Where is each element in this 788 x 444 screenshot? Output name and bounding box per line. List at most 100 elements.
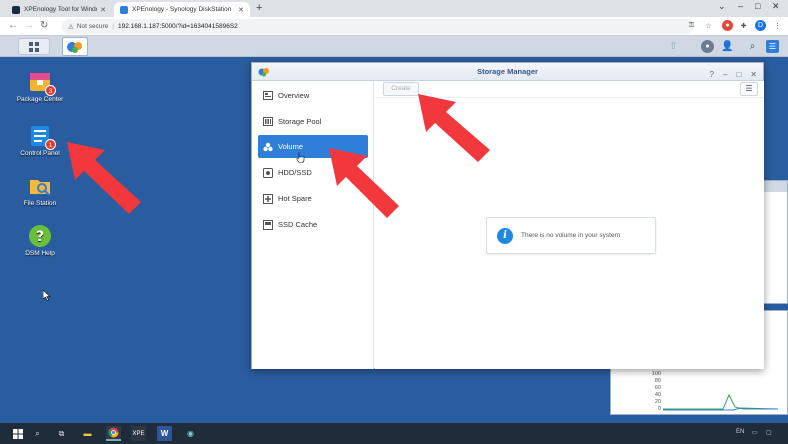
window-title: Storage Manager — [477, 67, 538, 76]
browser-address-bar: ← → ↻ ⚠ Not secure | 192.168.1.187:5000/… — [0, 17, 788, 36]
url-input[interactable]: ⚠ Not secure | 192.168.1.187:5000/?id=16… — [62, 19, 694, 34]
warning-icon: ⚠ — [68, 23, 74, 31]
xpe-app-button[interactable]: XPE — [131, 426, 146, 441]
word-app-button[interactable]: W — [157, 426, 172, 441]
magnifier-app-icon[interactable]: ◉ — [183, 426, 198, 441]
ssd-cache-icon — [263, 219, 273, 230]
grid-icon — [29, 48, 33, 52]
y-tick: 20 — [654, 399, 661, 405]
notification-badge: 3 — [45, 85, 56, 96]
main-menu-button[interactable] — [18, 38, 50, 55]
tab-label: XPEnology - Synology DiskStation — [132, 6, 232, 13]
key-icon[interactable]: ⚿ — [686, 20, 697, 31]
desktop-icon-label: Control Panel — [20, 150, 60, 157]
maximize-icon[interactable]: □ — [755, 1, 760, 11]
sidebar: Overview Storage Pool Volume HDD/SSD Hot… — [252, 81, 374, 369]
browser-tab-diskstation[interactable]: XPEnology - Synology DiskStation ✕ — [114, 2, 250, 17]
red-arrow-create — [418, 94, 490, 162]
empty-state-text: There is no volume in your system — [521, 232, 620, 239]
chevron-down-icon[interactable]: ⌄ — [718, 1, 726, 12]
url-separator: | — [112, 23, 114, 30]
sort-button[interactable]: ☰ — [740, 82, 758, 96]
minimize-icon[interactable]: – — [738, 1, 743, 11]
brave-extension-icon[interactable]: ● — [722, 20, 733, 31]
y-tick: 100 — [651, 371, 661, 377]
sidebar-item-overview[interactable]: Overview — [258, 84, 368, 107]
close-window-icon[interactable]: ✕ — [772, 1, 780, 12]
browser-tab-bar: XPEnology Tool for Windows x64 ✕ XPEnolo… — [0, 0, 788, 17]
sidebar-item-label: Storage Pool — [278, 117, 322, 126]
search-icon[interactable]: ⌕ — [30, 426, 45, 441]
sidebar-item-label: SSD Cache — [278, 220, 318, 229]
browser-tab-xpenology-tool[interactable]: XPEnology Tool for Windows x64 ✕ — [6, 2, 112, 17]
tab-label: XPEnology Tool for Windows x64 — [24, 6, 97, 13]
notifications-icon[interactable]: ● — [701, 40, 714, 53]
volume-icon — [263, 142, 273, 152]
usage-sparkline — [663, 393, 778, 411]
y-tick: 60 — [654, 385, 661, 391]
url-text: 192.168.1.187:5000/?id=16340415896S2 — [117, 23, 238, 30]
sidebar-item-label: HDD/SSD — [278, 168, 312, 177]
create-button[interactable]: Create — [383, 82, 419, 96]
task-view-icon[interactable]: ⧉ — [54, 426, 69, 441]
desktop-icon-file-station[interactable]: File Station — [12, 174, 68, 208]
sidebar-item-storage-pool[interactable]: Storage Pool — [258, 110, 368, 133]
y-tick: 40 — [654, 392, 661, 398]
overview-icon — [263, 91, 273, 101]
hand-cursor-icon — [296, 152, 305, 163]
language-indicator[interactable]: EN — [736, 429, 744, 435]
storage-manager-icon — [67, 42, 82, 53]
star-icon[interactable]: ☆ — [703, 20, 714, 31]
grid-icon — [35, 48, 39, 52]
grid-icon — [35, 42, 39, 46]
package-center-icon: 3 — [28, 70, 56, 96]
close-tab-icon[interactable]: ✕ — [238, 6, 244, 14]
sidebar-item-label: Overview — [278, 91, 310, 100]
forward-icon[interactable]: → — [24, 20, 34, 31]
control-panel-icon: 1 — [28, 124, 56, 150]
desktop-icon-control-panel[interactable]: 1 Control Panel — [12, 124, 68, 158]
puzzle-icon[interactable]: ✚ — [738, 20, 749, 31]
chrome-icon[interactable] — [106, 426, 121, 441]
file-station-icon — [28, 174, 52, 198]
file-explorer-icon[interactable]: ▬ — [80, 426, 95, 441]
red-arrow-control-panel — [67, 142, 141, 214]
widgets-icon[interactable]: ☰ — [766, 40, 779, 53]
desktop-icon-label: DSM Help — [25, 250, 55, 257]
hot-spare-icon — [263, 193, 273, 204]
window-title-bar[interactable]: Storage Manager ? – □ ✕ — [252, 63, 763, 81]
close-tab-icon[interactable]: ✕ — [100, 6, 106, 14]
desktop-icon-dsm-help[interactable]: ? DSM Help — [12, 224, 68, 258]
hdd-icon — [263, 167, 273, 178]
storage-manager-icon — [258, 68, 269, 77]
y-tick: 0 — [657, 406, 661, 412]
profile-avatar[interactable]: D — [755, 20, 766, 31]
menu-dots-icon[interactable]: ⋮ — [772, 20, 783, 31]
scroll-up-icon[interactable]: ⇧ — [667, 40, 680, 53]
reload-icon[interactable]: ↻ — [40, 20, 48, 31]
security-label: Not secure — [76, 23, 109, 30]
network-icon[interactable]: ▭ — [752, 429, 758, 436]
mouse-cursor-icon — [43, 290, 51, 301]
windows-start-icon[interactable] — [10, 426, 25, 441]
y-tick: 80 — [654, 378, 661, 384]
sort-icon: ☰ — [745, 84, 753, 93]
empty-state-message: i There is no volume in your system — [486, 217, 656, 254]
tab-favicon-icon — [120, 5, 128, 14]
sidebar-item-label: Volume — [278, 142, 304, 151]
new-tab-button[interactable]: + — [256, 2, 262, 14]
desktop-icon-package-center[interactable]: 3 Package Center — [12, 70, 68, 104]
tab-favicon-icon — [12, 5, 20, 14]
user-icon[interactable]: 👤 — [721, 40, 734, 53]
storage-pool-icon — [263, 117, 273, 127]
notification-center-icon[interactable]: ▢ — [766, 429, 772, 436]
storage-manager-task-button[interactable] — [62, 37, 88, 56]
search-icon[interactable]: ⌕ — [746, 40, 759, 53]
back-icon[interactable]: ← — [8, 20, 18, 31]
svg-text:?: ? — [36, 229, 44, 245]
sidebar-item-label: Hot Spare — [278, 194, 312, 203]
desktop-icon-label: File Station — [23, 200, 57, 207]
windows-taskbar: ⌕ ⧉ ▬ XPE W ◉ EN ▭ ▢ — [0, 423, 788, 444]
notification-badge: 1 — [45, 139, 56, 150]
red-arrow-volume — [329, 148, 399, 218]
